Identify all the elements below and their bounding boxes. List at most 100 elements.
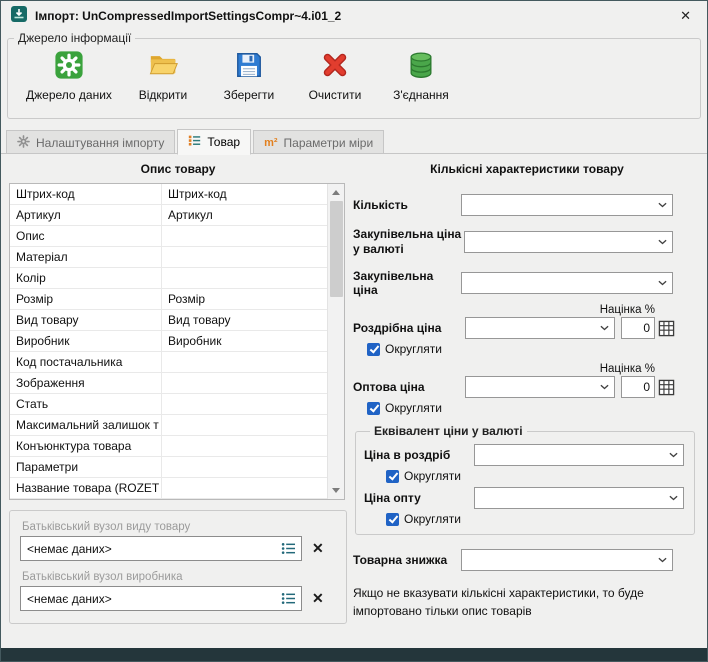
currency-wholesale-select[interactable] [474,487,684,509]
field-cell[interactable]: Параметри [10,457,162,477]
discount-select[interactable] [461,549,673,571]
currency-retail-label: Ціна в роздріб [364,448,450,462]
table-row[interactable]: Зображення [10,373,327,394]
list-picker-icon[interactable] [275,537,301,560]
value-cell[interactable] [162,373,327,393]
retail-price-select[interactable] [465,317,615,339]
field-cell[interactable]: Колір [10,268,162,288]
open-button[interactable]: Відкрити [120,48,206,104]
scrollbar-thumb[interactable] [330,201,343,297]
clear-parent-type-button[interactable]: ✕ [312,540,324,557]
table-row[interactable]: Название товара (ROZET [10,478,327,499]
chevron-down-icon [658,239,667,245]
field-cell[interactable]: Матеріал [10,247,162,267]
purchase-price-select[interactable] [461,272,673,294]
wholesale-round-checkbox[interactable] [367,402,380,415]
discount-label: Товарна знижка [353,553,447,567]
chevron-down-icon [658,280,667,286]
table-row[interactable]: РозмірРозмір [10,289,327,310]
currency-retail-select[interactable] [474,444,684,466]
data-source-label: Джерело даних [26,88,112,102]
quantity-select[interactable] [461,194,673,216]
value-cell[interactable]: Вид товару [162,310,327,330]
field-cell[interactable]: Стать [10,394,162,414]
tab-import-settings[interactable]: Налаштування імпорту [6,130,175,154]
field-cell[interactable]: Опис [10,226,162,246]
currency-wholesale-round-label: Округляти [404,512,461,526]
field-cell[interactable]: Зображення [10,373,162,393]
open-folder-icon [148,50,178,85]
purchase-currency-select[interactable] [464,231,673,253]
table-row[interactable]: ВиробникВиробник [10,331,327,352]
markup-percent-label: Націнка % [353,304,701,316]
titlebar[interactable]: Імпорт: UnCompressedImportSettingsCompr~… [1,1,707,31]
connection-button[interactable]: З'єднання [378,48,464,104]
currency-wholesale-label: Ціна опту [364,491,421,505]
value-cell[interactable]: Штрих-код [162,184,327,204]
value-cell[interactable] [162,247,327,267]
field-cell[interactable]: Артикул [10,205,162,225]
no-characteristics-note: Якщо не вказувати кількісні характеристи… [353,584,701,620]
product-description-table[interactable]: Штрих-кодШтрих-кодАртикулАртикулОписМате… [9,183,345,500]
currency-wholesale-round-checkbox[interactable] [386,513,399,526]
data-source-button[interactable]: Джерело даних [18,48,120,104]
value-cell[interactable] [162,268,327,288]
calculator-icon[interactable] [658,320,675,337]
table-row[interactable]: АртикулАртикул [10,205,327,226]
field-cell[interactable]: Виробник [10,331,162,351]
save-button[interactable]: Зберегти [206,48,292,104]
table-scrollbar[interactable] [327,184,344,499]
parent-maker-combo[interactable]: <немає даних> [20,586,302,611]
quantitative-panel: Кількісні характеристики товару Кількіст… [353,154,701,620]
clear-x-icon [320,50,350,85]
clear-parent-maker-button[interactable]: ✕ [312,590,324,607]
table-row[interactable]: Конъюнктура товара [10,436,327,457]
value-cell[interactable]: Артикул [162,205,327,225]
retail-round-checkbox[interactable] [367,343,380,356]
calculator-icon[interactable] [658,379,675,396]
field-cell[interactable]: Вид товару [10,310,162,330]
wholesale-price-select[interactable] [465,376,615,398]
tab-measure-params-label: Параметри міри [284,136,374,150]
table-row[interactable]: Максимальний залишок т [10,415,327,436]
value-cell[interactable] [162,415,327,435]
parent-type-combo[interactable]: <немає даних> [20,536,302,561]
field-cell[interactable]: Розмір [10,289,162,309]
value-cell[interactable] [162,226,327,246]
tab-import-settings-label: Налаштування імпорту [36,136,164,150]
currency-retail-round-checkbox[interactable] [386,470,399,483]
field-cell[interactable]: Название товара (ROZET [10,478,162,498]
table-row[interactable]: Вид товаруВид товару [10,310,327,331]
table-row[interactable]: Матеріал [10,247,327,268]
close-button[interactable]: ✕ [674,6,697,26]
scroll-up-button[interactable] [328,184,344,201]
toolbar: Джерело даних Відкрити Зберегти Очистити [8,45,700,104]
tab-measure-params[interactable]: m² Параметри міри [253,130,384,154]
field-cell[interactable]: Максимальний залишок т [10,415,162,435]
value-cell[interactable] [162,478,327,498]
field-cell[interactable]: Конъюнктура товара [10,436,162,456]
field-cell[interactable]: Штрих-код [10,184,162,204]
table-row[interactable]: Параметри [10,457,327,478]
field-cell[interactable]: Код постачальника [10,352,162,372]
value-cell[interactable] [162,352,327,372]
table-row[interactable]: Стать [10,394,327,415]
chevron-down-icon [658,557,667,563]
list-picker-icon[interactable] [275,587,301,610]
table-row[interactable]: Код постачальника [10,352,327,373]
value-cell[interactable]: Розмір [162,289,327,309]
wholesale-markup-input[interactable]: 0 [621,376,655,398]
value-cell[interactable] [162,394,327,414]
value-cell[interactable] [162,436,327,456]
value-cell[interactable]: Виробник [162,331,327,351]
clear-button[interactable]: Очистити [292,48,378,104]
value-cell[interactable] [162,457,327,477]
retail-markup-input[interactable]: 0 [621,317,655,339]
scroll-down-button[interactable] [328,482,344,499]
tab-product[interactable]: Товар [177,129,251,155]
table-row[interactable]: Опис [10,226,327,247]
chevron-down-icon [600,325,609,331]
table-row[interactable]: Штрих-кодШтрих-код [10,184,327,205]
table-row[interactable]: Колір [10,268,327,289]
parent-maker-label: Батьківський вузол виробника [22,571,336,583]
